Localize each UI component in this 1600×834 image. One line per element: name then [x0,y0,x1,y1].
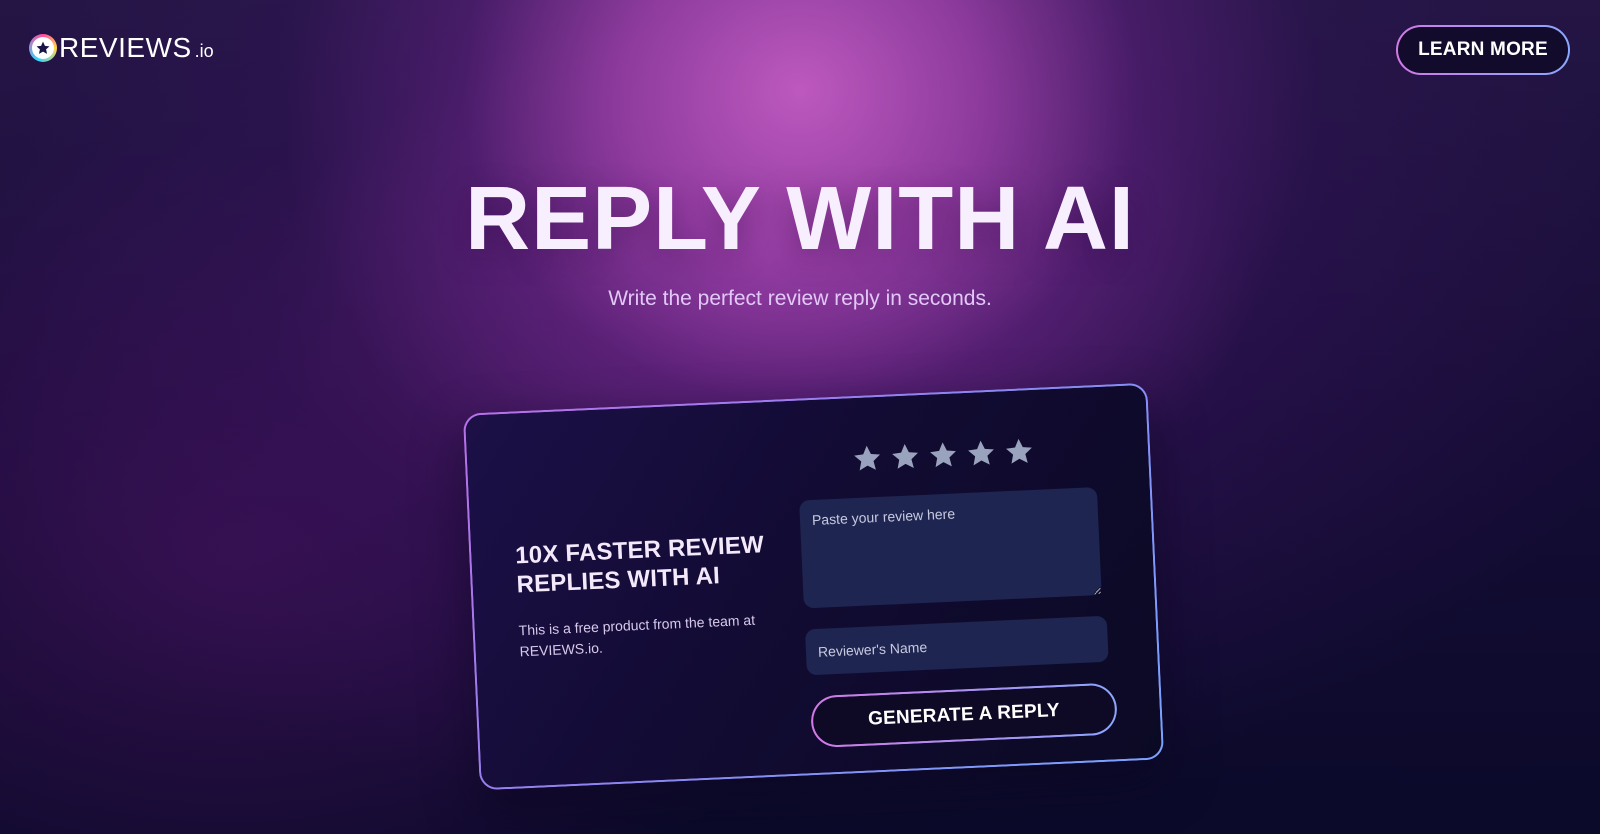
star-icon[interactable] [888,440,921,473]
star-icon[interactable] [1002,435,1035,468]
star-logo-icon [29,34,57,62]
page-title: REPLY WITH AI [465,169,1135,269]
reply-generator-card-wrapper: 10X FASTER REVIEW REPLIES WITH AI This i… [462,382,1165,791]
reviewer-name-field[interactable] [804,615,1109,676]
star-icon[interactable] [851,442,884,475]
page-subtitle: Write the perfect review reply in second… [608,287,992,310]
reviews-io-logo[interactable]: REVIEWS .io [29,34,214,62]
learn-more-button[interactable]: LEARN MORE [1396,25,1570,75]
logo-suffix: .io [194,41,214,61]
star-icon[interactable] [964,437,997,470]
star-icon[interactable] [926,438,959,471]
logo-text: REVIEWS [59,32,192,63]
review-input[interactable] [799,487,1102,609]
reply-generator-card: 10X FASTER REVIEW REPLIES WITH AI This i… [462,382,1165,791]
card-intro: 10X FASTER REVIEW REPLIES WITH AI This i… [515,529,790,662]
generate-reply-button[interactable]: GENERATE A REPLY [809,682,1119,749]
star-rating[interactable] [851,435,1036,475]
card-description: This is a free product from the team at … [518,611,756,659]
card-headline: 10X FASTER REVIEW REPLIES WITH AI [514,531,765,599]
